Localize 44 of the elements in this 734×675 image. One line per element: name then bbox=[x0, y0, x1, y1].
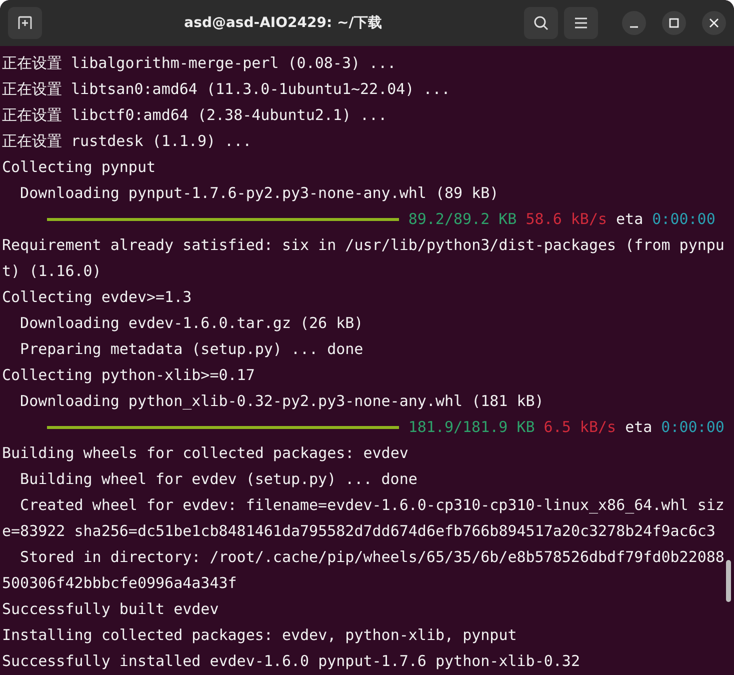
terminal-line: Downloading evdev-1.6.0.tar.gz (26 kB) bbox=[19, 313, 364, 334]
new-tab-icon bbox=[17, 15, 33, 31]
maximize-icon bbox=[669, 18, 679, 28]
terminal-line: Preparing metadata (setup.py) ... done bbox=[19, 339, 364, 360]
terminal-line: 正在设置 libctf0:amd64 (2.38-4ubuntu2.1) ... bbox=[1, 105, 388, 126]
minimize-icon bbox=[629, 26, 639, 28]
terminal-line: 正在设置 libalgorithm-merge-perl (0.08-3) ... bbox=[1, 53, 396, 74]
terminal-line: 正在设置 rustdesk (1.1.9) ... bbox=[1, 131, 252, 152]
download-speed: 6.5 kB/s bbox=[544, 417, 616, 438]
search-icon bbox=[533, 15, 549, 31]
search-button[interactable] bbox=[524, 7, 558, 39]
close-button[interactable] bbox=[702, 11, 726, 35]
terminal-line: Created wheel for evdev: filename=evdev-1.6.0-cp310-cp310-linux_x86_64.whl siz bbox=[19, 495, 724, 516]
terminal-line: Successfully installed evdev-1.6.0 pynput-1.7.6 python-xlib-0.32 bbox=[1, 651, 580, 672]
eta-time: 0:00:00 bbox=[661, 417, 724, 438]
menu-button[interactable] bbox=[564, 7, 598, 39]
download-size: 89.2/89.2 KB bbox=[408, 209, 517, 230]
eta-label: eta bbox=[616, 209, 644, 230]
terminal-line: Collecting pynput bbox=[1, 157, 156, 178]
terminal-line: Successfully built evdev bbox=[1, 599, 219, 620]
minimize-button[interactable] bbox=[622, 11, 646, 35]
terminal-line: Building wheels for collected packages: evdev bbox=[1, 443, 408, 464]
download-speed: 58.6 kB/s bbox=[526, 209, 608, 230]
close-icon bbox=[709, 18, 719, 28]
maximize-button[interactable] bbox=[662, 11, 686, 35]
scrollbar-thumb[interactable] bbox=[726, 560, 731, 602]
terminal-line: Stored in directory: /root/.cache/pip/wheels/65/35/6b/e8b578526dbdf79fd0b22088 bbox=[19, 547, 724, 568]
download-size: 181.9/181.9 KB bbox=[408, 417, 535, 438]
terminal-line: Requirement already satisfied: six in /usr/lib/python3/dist-packages (from pynpu bbox=[1, 235, 724, 256]
window-title: asd@asd-AIO2429: ~/下载 bbox=[183, 14, 383, 32]
terminal-line: Downloading pynput-1.7.6-py2.py3-none-any.whl (89 kB) bbox=[19, 183, 499, 204]
terminal-line: t) (1.16.0) bbox=[1, 261, 102, 282]
terminal-line: 正在设置 libtsan0:amd64 (11.3.0-1ubuntu1~22.04) ... bbox=[1, 79, 450, 100]
menu-icon bbox=[574, 17, 588, 29]
terminal-line: Installing collected packages: evdev, python-xlib, pynput bbox=[1, 625, 517, 646]
terminal-line: Downloading python_xlib-0.32-py2.py3-none-any.whl (181 kB) bbox=[19, 391, 544, 412]
terminal-line: 500306f42bbbcfe0996a4a343f bbox=[1, 573, 237, 594]
terminal-line: Collecting evdev>=1.3 bbox=[1, 287, 192, 308]
terminal-line: Building wheel for evdev (setup.py) ... done bbox=[19, 469, 418, 490]
terminal-line: e=83922 sha256=dc51be1cb8481461da795582d7dd674d6efb766b894517a20c3278b24f9ac6c3 bbox=[1, 521, 716, 542]
new-tab-button[interactable] bbox=[8, 7, 42, 39]
eta-label: eta bbox=[625, 417, 652, 438]
eta-time: 0:00:00 bbox=[652, 209, 716, 230]
terminal-line: Collecting python-xlib>=0.17 bbox=[1, 365, 255, 386]
